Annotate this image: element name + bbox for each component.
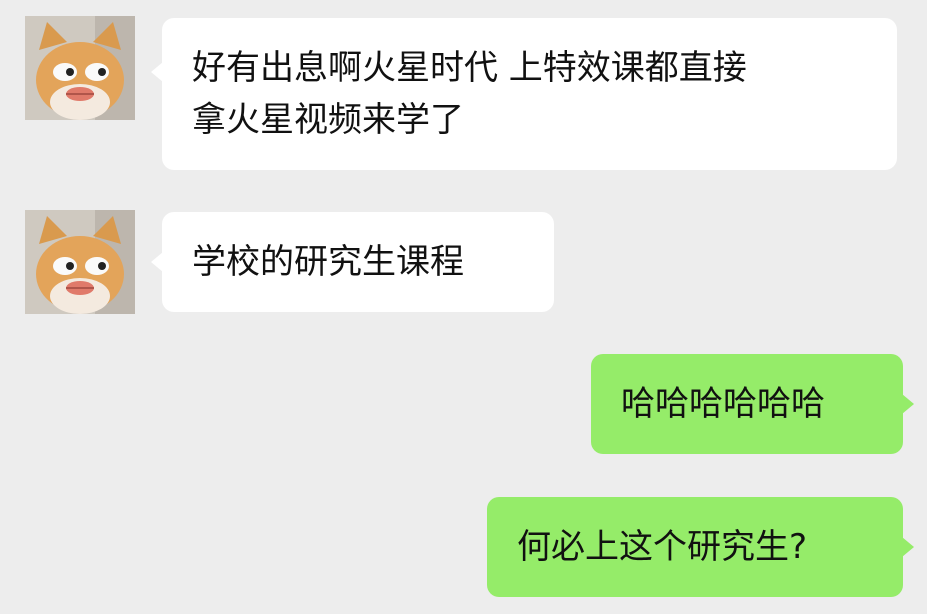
message-bubble-outgoing[interactable]: 何必上这个研究生? (487, 497, 914, 597)
bubble-tail (151, 62, 163, 82)
bubble-tail (151, 252, 163, 272)
message-text-line: 哈哈哈哈哈哈 (621, 384, 825, 424)
message-text-line: 何必上这个研究生? (517, 527, 808, 567)
message-text-line: 好有出息啊火星时代 上特效课都直接 (192, 48, 747, 88)
bubble-tail (902, 394, 914, 414)
message-bubble-outgoing[interactable]: 哈哈哈哈哈哈 (591, 354, 914, 454)
message-text-line: 拿火星视频来学了 (192, 100, 464, 140)
message-text-line: 学校的研究生课程 (192, 242, 464, 282)
cat-avatar-icon[interactable] (25, 210, 135, 314)
message-bubble-incoming[interactable]: 好有出息啊火星时代 上特效课都直接 拿火星视频来学了 (151, 18, 897, 170)
cat-avatar-icon[interactable] (25, 16, 135, 120)
bubble-tail (902, 537, 914, 557)
message-bubble-incoming[interactable]: 学校的研究生课程 (151, 212, 554, 312)
